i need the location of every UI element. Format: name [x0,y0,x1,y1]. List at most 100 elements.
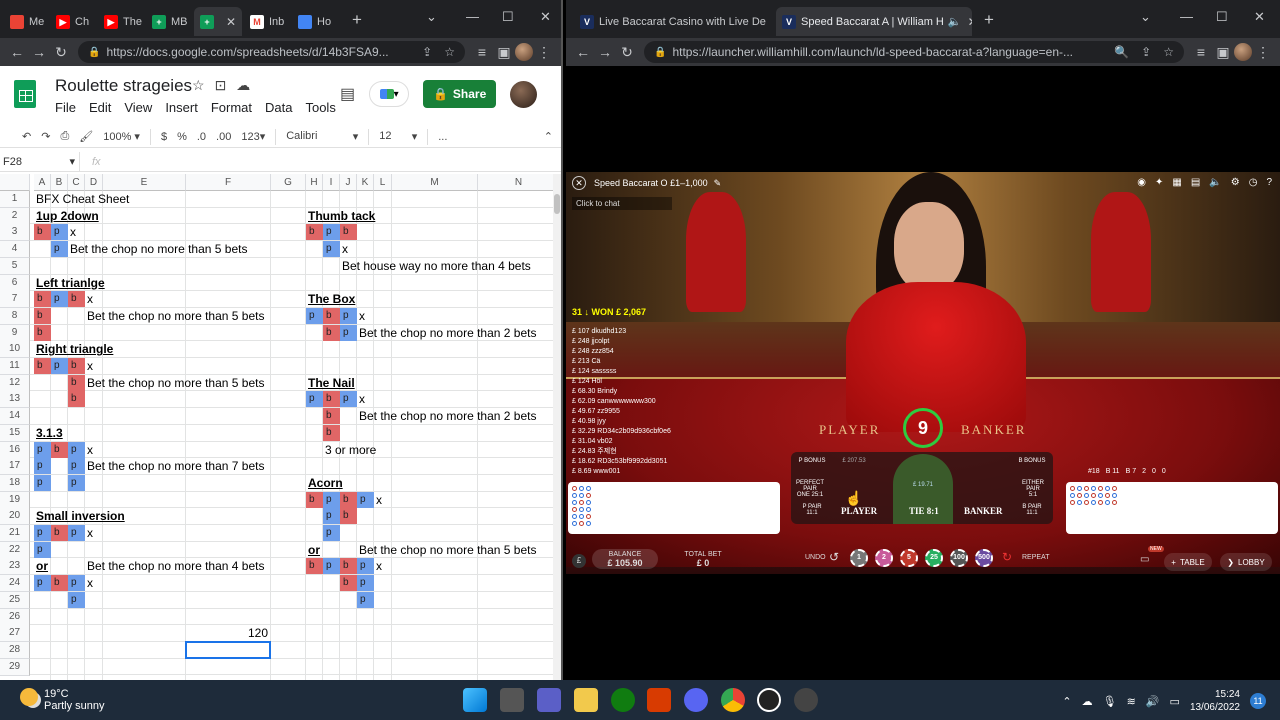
increase-decimal-button[interactable]: .00 [216,131,231,143]
document-title[interactable]: Roulette strageies [55,76,192,96]
formula-input[interactable] [101,152,561,171]
pattern-heading[interactable]: Left trianlge [36,275,105,291]
bet-cell-b[interactable]: b [51,441,68,458]
teams-chat-icon[interactable] [537,688,561,712]
bet-cell-b[interactable]: b [68,358,85,374]
b-pair-bet[interactable]: B PAIR 11:1 [1017,504,1047,516]
cell-x[interactable]: x [70,224,76,240]
tab-1[interactable]: Me [4,7,46,36]
grid-icon[interactable]: ▦ [1172,177,1181,188]
zoom-icon[interactable]: 🔍 [1114,45,1129,59]
reload-icon[interactable]: ↻ [50,44,72,61]
close-window-icon[interactable]: ✕ [540,9,551,25]
select-all-corner[interactable] [0,174,30,191]
bet-cell-b[interactable]: b [68,374,85,391]
bet-cell-p[interactable]: p [323,508,340,525]
cell-text[interactable]: Bet the chop no more than 5 bets [70,241,247,257]
tab-live-baccarat[interactable]: V Live Baccarat Casino with Live De✕ [574,7,770,36]
perfect-pair-bet[interactable]: PERFECT PAIR ONE 25:1 [793,480,827,498]
bet-cell-p[interactable]: p [68,591,85,608]
percent-button[interactable]: % [177,131,187,143]
meet-icon[interactable]: ▾ [369,81,410,107]
bet-cell-p[interactable]: p [357,591,374,608]
bet-cell-p[interactable]: p [68,458,85,475]
row-header-1[interactable]: 1 [0,191,30,208]
scroll-thumb[interactable] [554,194,560,214]
column-header-m[interactable]: M [392,174,478,191]
cell-x[interactable]: x [87,575,93,591]
pattern-heading[interactable]: Acorn [308,475,343,491]
chat-bubble-icon[interactable]: ▭ [1140,554,1149,565]
font-select[interactable]: Calibri ▾ [286,130,358,143]
move-folder-icon[interactable]: ⊡ [215,77,227,94]
row-header-4[interactable]: 4 [0,241,30,259]
help-icon[interactable]: ? [1266,177,1272,188]
redo-icon[interactable]: ↷ [41,130,50,143]
menu-edit[interactable]: Edit [89,100,111,115]
bet-cell-p[interactable]: p [34,541,51,558]
row-header-18[interactable]: 18 [0,474,30,492]
row-header-16[interactable]: 16 [0,441,30,459]
bet-cell-b[interactable]: b [340,224,357,241]
menu-insert[interactable]: Insert [165,100,198,115]
column-header-g[interactable]: G [271,174,306,191]
file-explorer-icon[interactable] [574,688,598,712]
either-pair-bet[interactable]: EITHER PAIR 5:1 [1015,480,1051,498]
name-box[interactable]: F28 ▾ [0,152,80,171]
tab-4[interactable]: + MB [146,7,192,36]
media-player-icon[interactable] [757,688,781,712]
speaker-icon[interactable]: 🔈 [948,15,962,28]
camera-icon[interactable]: ◉ [1137,177,1146,188]
row-header-27[interactable]: 27 [0,625,30,643]
profile-avatar[interactable] [1234,43,1252,61]
bet-cell-p[interactable]: p [357,558,374,575]
row-header-3[interactable]: 3 [0,224,30,242]
bead-road-left[interactable] [568,482,780,534]
lobby-button[interactable]: ❯ LOBBY [1220,553,1272,571]
new-tab-icon[interactable]: + [984,10,994,30]
pattern-heading[interactable]: 1up 2down [36,208,99,224]
row-header-19[interactable]: 19 [0,491,30,509]
tab-7[interactable]: Ho [292,7,338,36]
onedrive-icon[interactable]: ☁ [1082,695,1093,708]
share-button[interactable]: 🔒 Share [423,80,497,108]
column-header-c[interactable]: C [68,174,85,191]
sound-icon[interactable]: 🔈 [1209,177,1221,188]
menu-format[interactable]: Format [211,100,252,115]
statistics-icon[interactable]: ▤ [1191,177,1200,188]
row-header-10[interactable]: 10 [0,341,30,359]
pattern-heading[interactable]: The Nail [308,375,355,391]
close-game-icon[interactable]: ✕ [572,176,586,190]
pattern-heading[interactable]: Right triangle [36,341,113,357]
chip-1[interactable]: 1 [850,549,868,567]
bet-cell-p[interactable]: p [68,575,85,592]
cell-x[interactable]: x [87,525,93,541]
star-icon[interactable]: ☆ [192,77,205,94]
bet-cell-p[interactable]: p [357,575,374,592]
menu-file[interactable]: File [55,100,76,115]
b-bonus-bet[interactable]: B BONUS [1017,458,1047,464]
comment-history-icon[interactable]: ▤ [340,84,355,104]
office-icon[interactable] [647,688,671,712]
bet-cell-b[interactable]: b [51,575,68,592]
row-header-5[interactable]: 5 [0,257,30,275]
bet-cell-b[interactable]: b [68,291,85,308]
currency-button[interactable]: $ [161,131,167,143]
bet-cell-p[interactable]: p [323,241,340,258]
account-avatar[interactable] [510,80,538,108]
bet-cell-p[interactable]: p [34,575,51,592]
cell-x[interactable]: x [87,358,93,374]
bet-cell-b[interactable]: b [34,224,51,241]
reload-icon[interactable]: ↻ [616,44,638,61]
pattern-heading[interactable]: 3.1.3 [36,425,63,441]
row-header-26[interactable]: 26 [0,608,30,626]
column-header-h[interactable]: H [306,174,323,191]
row-header-28[interactable]: 28 [0,641,30,659]
column-header-f[interactable]: F [186,174,271,191]
side-panel-icon[interactable]: ▣ [493,44,515,61]
player-bet[interactable]: PLAYER [841,506,877,516]
row-header-17[interactable]: 17 [0,458,30,476]
banker-bet[interactable]: BANKER [964,506,1003,516]
row-header-11[interactable]: 11 [0,358,30,375]
forward-icon[interactable]: → [594,44,616,60]
